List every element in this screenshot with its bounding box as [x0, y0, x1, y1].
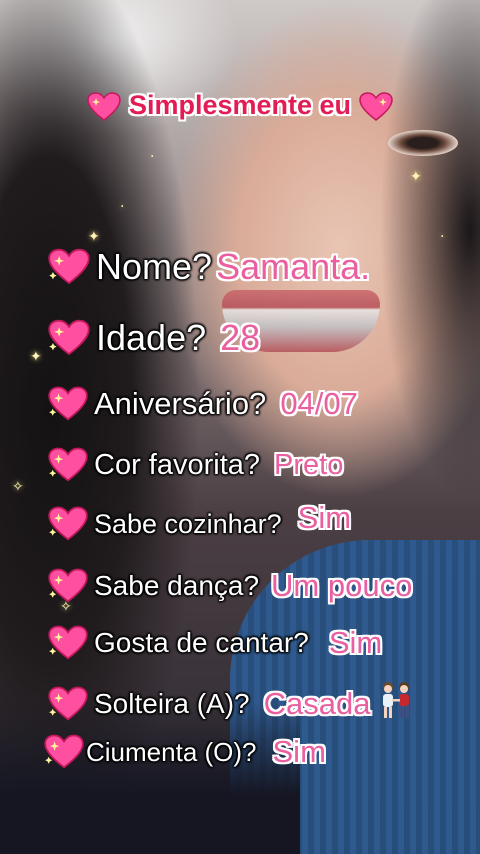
sparkling-heart-icon — [358, 92, 393, 122]
answer-value: Sim — [272, 734, 326, 769]
list-item-sabe-cozinhar: Sabe cozinhar? Sim — [48, 500, 351, 542]
list-item-sabe-danca: Sabe dança? Um pouco — [48, 568, 412, 604]
question-label: Cor favorita? — [94, 448, 261, 481]
sparkling-heart-icon — [48, 686, 88, 722]
sparkle-icon: ✧ — [12, 479, 24, 495]
question-label: Gosta de cantar? — [94, 627, 309, 658]
sparkle-icon: ✦ — [30, 349, 42, 365]
sparkling-heart-icon — [87, 92, 122, 122]
sparkle-icon: · — [440, 229, 445, 245]
sparkling-heart-icon — [48, 319, 90, 357]
page-title: Simplesmente eu — [0, 90, 480, 122]
list-item-idade: Idade? 28 — [48, 317, 260, 359]
question-label: Sabe cozinhar? — [94, 508, 282, 539]
question-label: Sabe dança? — [94, 570, 260, 601]
answer-value: Samanta. — [216, 246, 371, 287]
answer-value: Sim — [328, 625, 383, 660]
list-item-nome: Nome? Samanta. — [48, 246, 370, 288]
list-item-cor-favorita: Cor favorita? Preto — [48, 447, 343, 483]
sparkle-icon: ✦ — [88, 229, 100, 245]
sparkle-icon: · — [150, 149, 155, 165]
couple-holding-hands-icon — [378, 680, 414, 727]
sparkling-heart-icon — [48, 248, 90, 286]
sparkling-heart-icon — [48, 625, 88, 661]
answer-value: Um pouco — [271, 568, 413, 603]
sparkling-heart-icon — [44, 734, 84, 770]
list-item-gosta-de-cantar: Gosta de cantar? Sim — [48, 625, 382, 661]
sparkle-icon: ✦ — [410, 169, 422, 185]
answer-value: 28 — [220, 317, 261, 358]
hair-right — [360, 0, 480, 530]
sparkling-heart-icon — [48, 447, 88, 483]
answer-value: Casada — [263, 685, 371, 721]
list-item-ciumenta: Ciumenta (O)? Sim — [44, 734, 326, 770]
sparkling-heart-icon — [48, 386, 88, 422]
question-label: Aniversário? — [94, 386, 267, 421]
sparkling-heart-icon — [48, 506, 88, 542]
question-label: Ciumenta (O)? — [86, 736, 257, 767]
question-label: Solteira (A)? — [94, 687, 250, 719]
question-label: Idade? — [96, 317, 207, 358]
answer-value: Sim — [297, 500, 352, 535]
eye — [388, 130, 458, 156]
question-label: Nome? — [96, 246, 213, 287]
list-item-solteira: Solteira (A)? Casada — [48, 680, 414, 727]
sparkling-heart-icon — [48, 568, 88, 604]
list-item-aniversario: Aniversário? 04/07 — [48, 386, 358, 422]
answer-value: Preto — [274, 448, 344, 481]
answer-value: 04/07 — [280, 386, 358, 421]
sparkle-icon: · — [120, 199, 125, 215]
title-text: Simplesmente eu — [128, 90, 352, 120]
